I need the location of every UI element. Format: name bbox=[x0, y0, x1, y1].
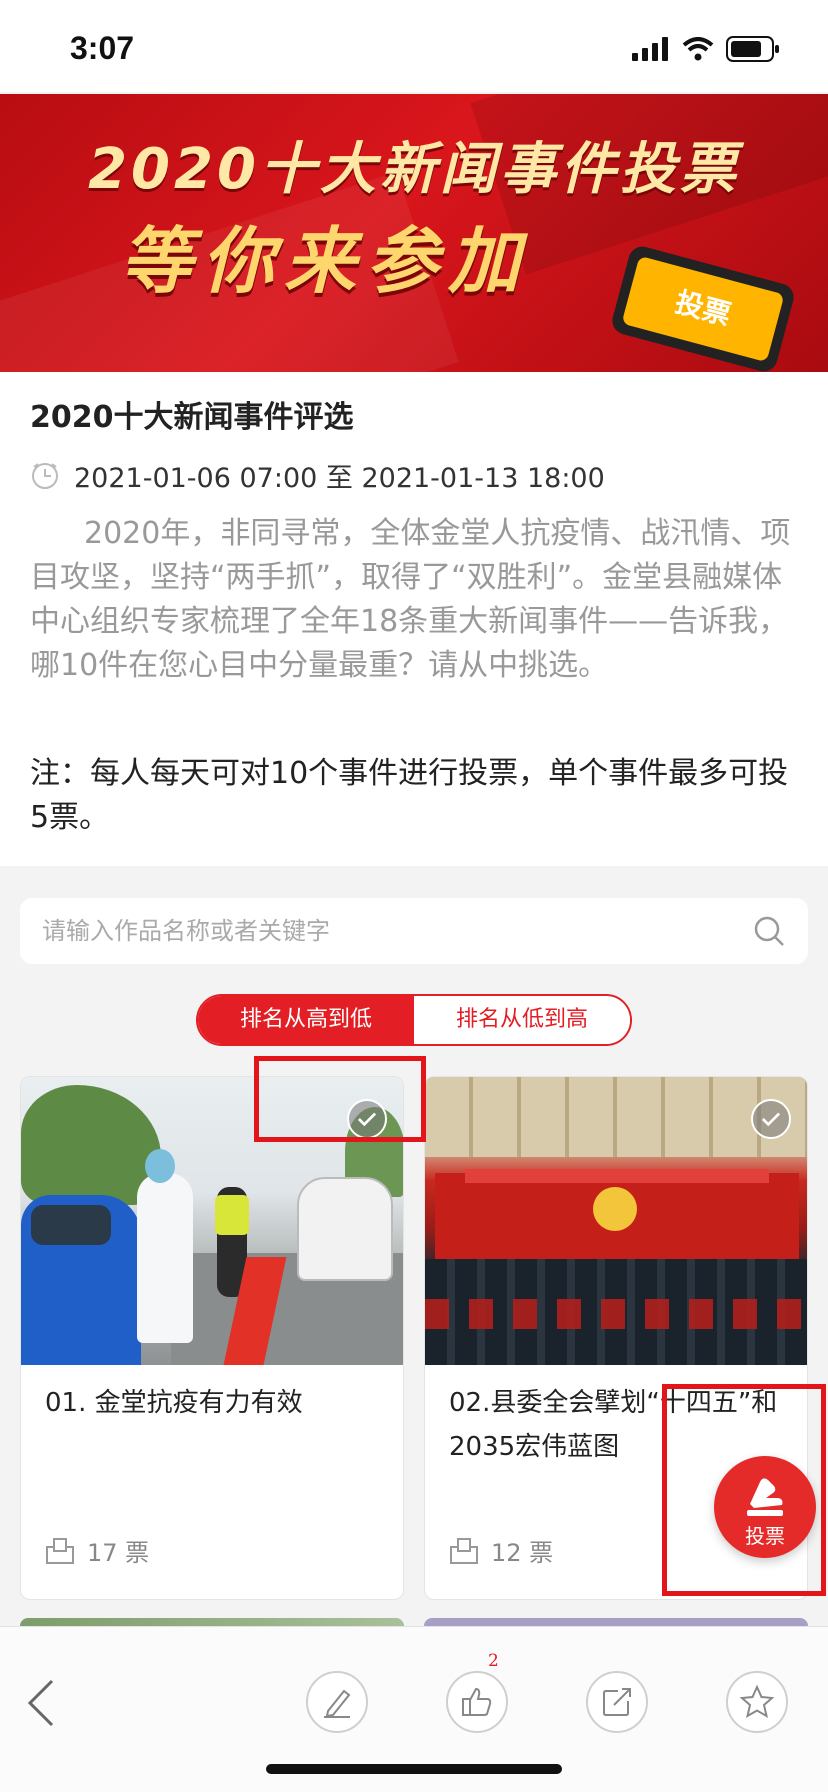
event-time: 2021-01-06 07:00 至 2021-01-13 18:00 bbox=[30, 456, 605, 495]
like-count: 2 bbox=[488, 1651, 499, 1671]
battery-icon bbox=[726, 36, 779, 62]
banner-phone-text: 投票 bbox=[621, 255, 785, 363]
card-vote-count: 17 票 bbox=[45, 1533, 149, 1568]
card-vote-count: 12 票 bbox=[449, 1533, 553, 1568]
card-title[interactable]: 01. 金堂抗疫有力有效 bbox=[45, 1381, 375, 1425]
search-icon[interactable] bbox=[752, 914, 786, 948]
event-title: 2020十大新闻事件评选 bbox=[30, 400, 354, 435]
event-card[interactable]: 01. 金堂抗疫有力有效 17 票 bbox=[20, 1076, 404, 1600]
favorite-button[interactable] bbox=[726, 1671, 788, 1733]
check-icon[interactable] bbox=[751, 1099, 791, 1139]
banner-phone-illustration: 投票 bbox=[609, 243, 797, 372]
pen-icon bbox=[324, 1689, 351, 1718]
image-health-worker bbox=[137, 1173, 193, 1343]
like-button[interactable] bbox=[446, 1671, 508, 1733]
share-icon bbox=[603, 1688, 631, 1716]
annotation-box-check bbox=[254, 1056, 426, 1142]
event-description: 2020年，非同寻常，全体金堂人抗疫情、战汛情、项目攻坚，坚持“两手抓”，取得了… bbox=[30, 516, 791, 683]
comment-button[interactable] bbox=[306, 1671, 368, 1733]
image-police-vest bbox=[215, 1195, 249, 1235]
card-vote-label: 12 票 bbox=[491, 1539, 554, 1567]
vote-count-icon bbox=[450, 1537, 478, 1564]
wifi-icon bbox=[682, 37, 714, 61]
image-car-window bbox=[31, 1205, 111, 1245]
event-time-range: 2021-01-06 07:00 至 2021-01-13 18:00 bbox=[74, 463, 605, 494]
image-emblem bbox=[593, 1187, 637, 1231]
event-note: 注：每人每天可对10个事件进行投票，单个事件最多可投5票。 bbox=[30, 756, 789, 835]
banner-headline: 2020十大新闻事件投票 bbox=[88, 137, 740, 202]
status-time: 3:07 bbox=[70, 30, 135, 66]
image-worker-head bbox=[145, 1149, 175, 1183]
vote-count-icon bbox=[46, 1537, 74, 1564]
event-info: 2020十大新闻事件评选 2021-01-06 07:00 至 2021-01-… bbox=[0, 372, 828, 866]
status-bar: 3:07 bbox=[0, 0, 828, 92]
sort-toggle: 排名从高到低 排名从低到高 bbox=[196, 994, 632, 1046]
annotation-box-vote bbox=[662, 1384, 826, 1596]
home-indicator[interactable] bbox=[266, 1764, 562, 1774]
thumbs-up-icon bbox=[462, 1687, 492, 1716]
image-suv bbox=[297, 1177, 393, 1281]
status-icons bbox=[632, 36, 780, 62]
search-input[interactable] bbox=[42, 898, 742, 964]
image-stage-banner bbox=[465, 1169, 769, 1183]
event-banner: 2020十大新闻事件投票 等你来参加 投票 bbox=[0, 94, 828, 372]
clock-icon bbox=[32, 462, 58, 489]
back-icon[interactable] bbox=[26, 1677, 56, 1729]
card-image-plenary-session[interactable] bbox=[425, 1077, 807, 1365]
signal-icon bbox=[632, 37, 668, 61]
share-button[interactable] bbox=[586, 1671, 648, 1733]
sort-high-to-low-button[interactable]: 排名从高到低 bbox=[198, 996, 414, 1044]
sort-low-to-high-button[interactable]: 排名从低到高 bbox=[414, 996, 630, 1044]
search-bar bbox=[20, 898, 808, 964]
card-vote-label: 17 票 bbox=[87, 1539, 150, 1567]
banner-subheadline: 等你来参加 bbox=[120, 219, 531, 303]
star-icon bbox=[739, 1684, 775, 1719]
image-chairs bbox=[425, 1299, 807, 1329]
